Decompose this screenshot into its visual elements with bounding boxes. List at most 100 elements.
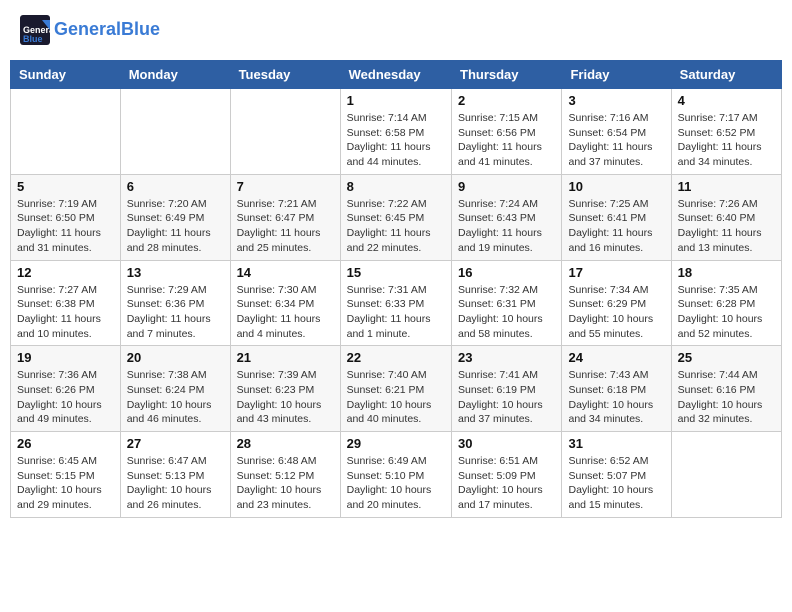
- day-number: 31: [568, 436, 664, 451]
- day-info: Sunrise: 7:39 AM Sunset: 6:23 PM Dayligh…: [237, 368, 334, 427]
- calendar-cell: 9 Sunrise: 7:24 AM Sunset: 6:43 PM Daylig…: [452, 174, 562, 260]
- day-number: 19: [17, 350, 114, 365]
- day-info: Sunrise: 6:45 AM Sunset: 5:15 PM Dayligh…: [17, 454, 114, 513]
- day-info: Sunrise: 7:29 AM Sunset: 6:36 PM Dayligh…: [127, 283, 224, 342]
- calendar-cell: 23 Sunrise: 7:41 AM Sunset: 6:19 PM Dayli…: [452, 346, 562, 432]
- page-header: General Blue GeneralBlue: [10, 10, 782, 50]
- calendar-cell: 14Sunrise: 7:30 AM Sunset: 6:34 PM Dayli…: [230, 260, 340, 346]
- calendar-cell: 2 Sunrise: 7:15 AM Sunset: 6:56 PM Daylig…: [452, 89, 562, 175]
- day-number: 20: [127, 350, 224, 365]
- logo-name: GeneralBlue: [54, 19, 160, 41]
- day-number: 9: [458, 179, 555, 194]
- weekday-header-row: SundayMondayTuesdayWednesdayThursdayFrid…: [11, 61, 782, 89]
- day-number: 22: [347, 350, 445, 365]
- calendar-cell: 20 Sunrise: 7:38 AM Sunset: 6:24 PM Dayli…: [120, 346, 230, 432]
- calendar-cell: [230, 89, 340, 175]
- day-info: Sunrise: 7:16 AM Sunset: 6:54 PM Dayligh…: [568, 111, 664, 170]
- day-number: 12: [17, 265, 114, 280]
- day-info: Sunrise: 7:24 AM Sunset: 6:43 PM Dayligh…: [458, 197, 555, 256]
- calendar-cell: [120, 89, 230, 175]
- day-number: 28: [237, 436, 334, 451]
- day-info: Sunrise: 6:51 AM Sunset: 5:09 PM Dayligh…: [458, 454, 555, 513]
- calendar-cell: 12 Sunrise: 7:27 AM Sunset: 6:38 PM Dayli…: [11, 260, 121, 346]
- weekday-header-wednesday: Wednesday: [340, 61, 451, 89]
- day-number: 6: [127, 179, 224, 194]
- calendar-week-row: 19 Sunrise: 7:36 AM Sunset: 6:26 PM Dayli…: [11, 346, 782, 432]
- weekday-header-friday: Friday: [562, 61, 671, 89]
- day-info: Sunrise: 7:14 AM Sunset: 6:58 PM Dayligh…: [347, 111, 445, 170]
- calendar-cell: 16 Sunrise: 7:32 AM Sunset: 6:31 PM Dayli…: [452, 260, 562, 346]
- day-number: 26: [17, 436, 114, 451]
- calendar-week-row: 12 Sunrise: 7:27 AM Sunset: 6:38 PM Dayli…: [11, 260, 782, 346]
- day-info: Sunrise: 6:47 AM Sunset: 5:13 PM Dayligh…: [127, 454, 224, 513]
- calendar-cell: 10 Sunrise: 7:25 AM Sunset: 6:41 PM Dayli…: [562, 174, 671, 260]
- calendar-week-row: 26 Sunrise: 6:45 AM Sunset: 5:15 PM Dayli…: [11, 432, 782, 518]
- calendar-cell: 4 Sunrise: 7:17 AM Sunset: 6:52 PM Daylig…: [671, 89, 781, 175]
- day-number: 5: [17, 179, 114, 194]
- day-info: Sunrise: 7:32 AM Sunset: 6:31 PM Dayligh…: [458, 283, 555, 342]
- day-info: Sunrise: 7:26 AM Sunset: 6:40 PM Dayligh…: [678, 197, 775, 256]
- day-info: Sunrise: 7:44 AM Sunset: 6:16 PM Dayligh…: [678, 368, 775, 427]
- weekday-header-sunday: Sunday: [11, 61, 121, 89]
- day-info: Sunrise: 6:52 AM Sunset: 5:07 PM Dayligh…: [568, 454, 664, 513]
- calendar-cell: 27 Sunrise: 6:47 AM Sunset: 5:13 PM Dayli…: [120, 432, 230, 518]
- day-info: Sunrise: 6:49 AM Sunset: 5:10 PM Dayligh…: [347, 454, 445, 513]
- calendar-week-row: 1Sunrise: 7:14 AM Sunset: 6:58 PM Daylig…: [11, 89, 782, 175]
- day-number: 2: [458, 93, 555, 108]
- day-info: Sunrise: 7:30 AM Sunset: 6:34 PM Dayligh…: [237, 283, 334, 342]
- day-number: 25: [678, 350, 775, 365]
- day-info: Sunrise: 7:43 AM Sunset: 6:18 PM Dayligh…: [568, 368, 664, 427]
- weekday-header-monday: Monday: [120, 61, 230, 89]
- calendar-cell: 8 Sunrise: 7:22 AM Sunset: 6:45 PM Daylig…: [340, 174, 451, 260]
- calendar-cell: 31 Sunrise: 6:52 AM Sunset: 5:07 PM Dayli…: [562, 432, 671, 518]
- day-info: Sunrise: 7:25 AM Sunset: 6:41 PM Dayligh…: [568, 197, 664, 256]
- calendar-cell: 3 Sunrise: 7:16 AM Sunset: 6:54 PM Daylig…: [562, 89, 671, 175]
- day-info: Sunrise: 7:21 AM Sunset: 6:47 PM Dayligh…: [237, 197, 334, 256]
- day-number: 29: [347, 436, 445, 451]
- day-info: Sunrise: 7:40 AM Sunset: 6:21 PM Dayligh…: [347, 368, 445, 427]
- day-info: Sunrise: 7:17 AM Sunset: 6:52 PM Dayligh…: [678, 111, 775, 170]
- calendar-week-row: 5 Sunrise: 7:19 AM Sunset: 6:50 PM Daylig…: [11, 174, 782, 260]
- logo: General Blue GeneralBlue: [20, 15, 160, 45]
- day-number: 30: [458, 436, 555, 451]
- day-number: 16: [458, 265, 555, 280]
- day-info: Sunrise: 7:35 AM Sunset: 6:28 PM Dayligh…: [678, 283, 775, 342]
- calendar-cell: 15Sunrise: 7:31 AM Sunset: 6:33 PM Dayli…: [340, 260, 451, 346]
- calendar-cell: [11, 89, 121, 175]
- calendar-cell: 7 Sunrise: 7:21 AM Sunset: 6:47 PM Daylig…: [230, 174, 340, 260]
- day-number: 7: [237, 179, 334, 194]
- weekday-header-tuesday: Tuesday: [230, 61, 340, 89]
- calendar-cell: 28 Sunrise: 6:48 AM Sunset: 5:12 PM Dayli…: [230, 432, 340, 518]
- calendar-cell: 25 Sunrise: 7:44 AM Sunset: 6:16 PM Dayli…: [671, 346, 781, 432]
- calendar-cell: 21 Sunrise: 7:39 AM Sunset: 6:23 PM Dayli…: [230, 346, 340, 432]
- day-number: 3: [568, 93, 664, 108]
- calendar-cell: 1Sunrise: 7:14 AM Sunset: 6:58 PM Daylig…: [340, 89, 451, 175]
- day-info: Sunrise: 7:19 AM Sunset: 6:50 PM Dayligh…: [17, 197, 114, 256]
- calendar-cell: 22 Sunrise: 7:40 AM Sunset: 6:21 PM Dayli…: [340, 346, 451, 432]
- logo-icon: General Blue: [20, 15, 50, 45]
- day-info: Sunrise: 6:48 AM Sunset: 5:12 PM Dayligh…: [237, 454, 334, 513]
- day-number: 10: [568, 179, 664, 194]
- calendar-cell: [671, 432, 781, 518]
- day-info: Sunrise: 7:38 AM Sunset: 6:24 PM Dayligh…: [127, 368, 224, 427]
- day-info: Sunrise: 7:41 AM Sunset: 6:19 PM Dayligh…: [458, 368, 555, 427]
- day-number: 8: [347, 179, 445, 194]
- calendar-cell: 30 Sunrise: 6:51 AM Sunset: 5:09 PM Dayli…: [452, 432, 562, 518]
- calendar-cell: 5 Sunrise: 7:19 AM Sunset: 6:50 PM Daylig…: [11, 174, 121, 260]
- day-info: Sunrise: 7:22 AM Sunset: 6:45 PM Dayligh…: [347, 197, 445, 256]
- calendar-cell: 29 Sunrise: 6:49 AM Sunset: 5:10 PM Dayli…: [340, 432, 451, 518]
- day-number: 27: [127, 436, 224, 451]
- day-info: Sunrise: 7:36 AM Sunset: 6:26 PM Dayligh…: [17, 368, 114, 427]
- day-number: 21: [237, 350, 334, 365]
- day-info: Sunrise: 7:27 AM Sunset: 6:38 PM Dayligh…: [17, 283, 114, 342]
- calendar-cell: 17Sunrise: 7:34 AM Sunset: 6:29 PM Dayli…: [562, 260, 671, 346]
- day-number: 17: [568, 265, 664, 280]
- calendar-cell: 19 Sunrise: 7:36 AM Sunset: 6:26 PM Dayli…: [11, 346, 121, 432]
- day-number: 23: [458, 350, 555, 365]
- day-info: Sunrise: 7:20 AM Sunset: 6:49 PM Dayligh…: [127, 197, 224, 256]
- weekday-header-saturday: Saturday: [671, 61, 781, 89]
- day-info: Sunrise: 7:15 AM Sunset: 6:56 PM Dayligh…: [458, 111, 555, 170]
- day-number: 13: [127, 265, 224, 280]
- day-number: 18: [678, 265, 775, 280]
- day-number: 4: [678, 93, 775, 108]
